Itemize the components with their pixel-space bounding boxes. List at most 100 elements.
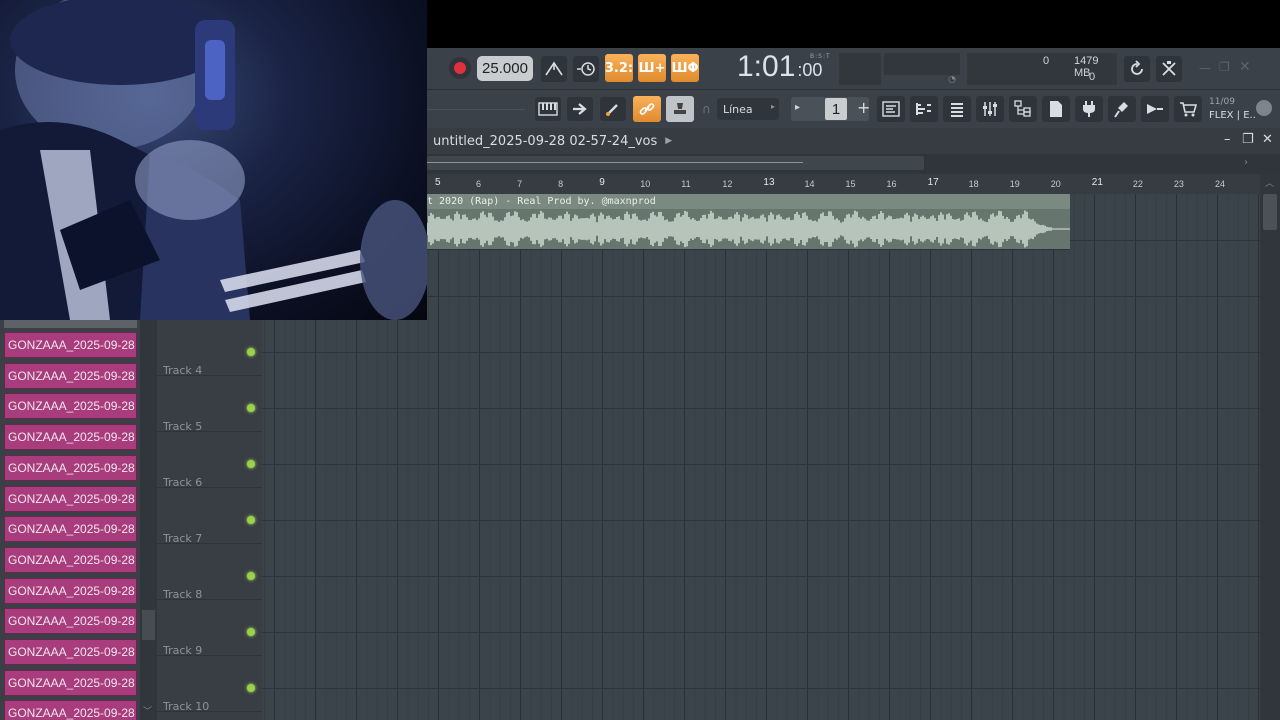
vertical-scrollbar[interactable]: ︿ <box>1260 174 1280 720</box>
playlist-minimize-icon[interactable]: – <box>1224 132 1231 147</box>
transport-toolbar: 25.000 3.2: Ш+ ШΦ 1:01 :00 B:S:T ◔ 0 147… <box>427 48 1280 90</box>
ruler-tick: 22 <box>1132 179 1143 189</box>
clock-format-label: B:S:T <box>810 53 831 60</box>
draw-pencil-icon[interactable] <box>600 97 626 121</box>
polyphony-value: 0 <box>1089 71 1096 83</box>
ruler-tick: 12 <box>722 179 733 189</box>
record-button[interactable] <box>449 57 471 79</box>
track-mute-led[interactable] <box>247 404 255 412</box>
ruler-tick: 14 <box>804 179 815 189</box>
scroll-up-icon[interactable]: ︿ <box>1265 176 1274 189</box>
news-date: 11/09 <box>1209 97 1235 107</box>
channel-clip-button[interactable]: GONZAAA_2025-09-28 0.. <box>4 362 137 389</box>
channel-list-panel: GONZAAA_2025-09-28 0.. GONZAAA_2025-09-28… <box>0 320 157 720</box>
piano-roll-view-icon[interactable] <box>910 96 938 122</box>
timeline-ruler[interactable]: 5 6 7 8 9 10 11 12 13 14 15 16 17 18 19 20 21 22 23 24 <box>427 174 1260 194</box>
track-header[interactable]: Track 10 <box>157 656 262 713</box>
channel-scrollbar[interactable]: ﹀ <box>140 320 157 720</box>
channel-clip-button[interactable]: GONZAAA_2025-09-28 0.. <box>4 454 137 481</box>
track-mute-led[interactable] <box>247 628 255 636</box>
track-header[interactable]: Track 8 <box>157 544 262 601</box>
tools-icon[interactable] <box>1156 56 1182 82</box>
clock-ticks: :00 <box>797 60 823 80</box>
track-mute-led[interactable] <box>247 460 255 468</box>
maximize-icon[interactable]: ❐ <box>1219 60 1230 74</box>
file-icon[interactable] <box>1042 96 1070 122</box>
refresh-icon[interactable] <box>1124 56 1150 82</box>
channel-clip-button[interactable]: GONZAAA_2025-09-28 0.. <box>4 577 137 604</box>
playlist-icon[interactable] <box>877 96 905 122</box>
add-pattern-icon[interactable]: + <box>857 98 870 117</box>
channel-clip-button[interactable]: GONZAAA_2025-09-28 0.. <box>4 546 137 573</box>
loop-record-button[interactable]: ШΦ <box>671 54 699 82</box>
channel-rack-icon[interactable] <box>943 96 971 122</box>
scroll-right-icon[interactable]: › <box>1244 157 1248 168</box>
snap-label: Línea <box>723 102 753 116</box>
playlist-close-icon[interactable]: ✕ <box>1262 132 1273 147</box>
ruler-tick: 11 <box>681 179 691 189</box>
track-header[interactable]: Track 5 <box>157 376 262 433</box>
channel-scroll-thumb[interactable] <box>142 610 155 640</box>
mixer-icon[interactable] <box>976 96 1004 122</box>
audio-clip-label: t 2020 (Rap) - Real Prod by. @maxnprod <box>427 194 1070 209</box>
blend-label: Ш+ <box>638 60 666 76</box>
track-mute-led[interactable] <box>247 684 255 692</box>
track-mute-led[interactable] <box>247 516 255 524</box>
channel-clip-button[interactable]: GONZAAA_2025-09-28 0.. <box>4 669 137 696</box>
microphone-icon[interactable] <box>1108 96 1136 122</box>
playlist-maximize-icon[interactable]: ❐ <box>1242 132 1254 147</box>
track-header[interactable]: Track 4 <box>157 320 262 377</box>
track-mute-led[interactable] <box>247 348 255 356</box>
horizontal-scrollbar[interactable]: › <box>427 154 1280 174</box>
countdown-label: 3.2: <box>604 60 634 76</box>
close-app-icon[interactable]: ✕ <box>1239 59 1251 75</box>
snap-selector[interactable]: Línea ▸ <box>717 98 779 120</box>
magnet-icon[interactable]: ∩ <box>702 102 711 116</box>
ruler-tick: 17 <box>927 177 939 188</box>
pattern-prev-icon[interactable]: ▸ <box>795 102 800 113</box>
channel-clip-button[interactable]: GONZAAA_2025-09-28 0.. <box>4 700 137 720</box>
track-mute-led[interactable] <box>247 572 255 580</box>
piano-roll-icon[interactable] <box>535 97 561 121</box>
audio-clip[interactable]: t 2020 (Rap) - Real Prod by. @maxnprod <box>427 194 1070 250</box>
browser-tree-icon[interactable] <box>1009 96 1037 122</box>
ruler-tick: 23 <box>1173 179 1184 189</box>
wait-for-input-icon[interactable] <box>573 56 599 82</box>
news-panel[interactable]: 11/09 FLEX | E.. <box>1209 96 1256 122</box>
toolbar-left-spacer <box>427 90 527 128</box>
oscilloscope-panel <box>884 53 960 75</box>
countdown-button[interactable]: 3.2: <box>605 54 633 82</box>
playlist-title: untitled_2025-09-28 02-57-24_vos <box>433 133 658 149</box>
playlist-title-bar: untitled_2025-09-28 02-57-24_vos ▶ – ❐ ✕ <box>427 128 1280 154</box>
tempo-display[interactable]: 25.000 <box>477 56 533 81</box>
blend-recording-button[interactable]: Ш+ <box>638 54 666 82</box>
channel-clip-button[interactable]: GONZAAA_2025-09-28 0.. <box>4 516 137 543</box>
horizontal-scroll-thumb[interactable] <box>427 156 924 170</box>
stamp-icon[interactable] <box>666 96 694 122</box>
export-arrow-icon[interactable] <box>1141 96 1169 122</box>
vertical-scroll-thumb[interactable] <box>1263 194 1277 230</box>
globe-icon[interactable] <box>1256 100 1272 116</box>
channel-clip-button[interactable]: GONZAAA_2025-09-28 0.. <box>4 393 137 420</box>
arrow-right-icon[interactable] <box>567 97 593 121</box>
track-header[interactable]: Track 7 <box>157 488 262 545</box>
shop-cart-icon[interactable] <box>1174 96 1202 122</box>
link-icon[interactable] <box>633 96 661 122</box>
plugin-plug-icon[interactable] <box>1075 96 1103 122</box>
toolbar-divider <box>427 109 525 110</box>
channel-clip-button[interactable]: GONZAAA_2025-09-28 0.. <box>4 485 137 512</box>
metronome-icon[interactable] <box>541 56 567 82</box>
channel-clip-button[interactable]: GONZAAA_2025-09-28 0.. <box>4 424 137 451</box>
webcam-overlay <box>0 0 427 320</box>
channel-clip-button[interactable]: GONZAAA_2025-09-28 0.. <box>4 639 137 665</box>
ruler-tick: 9 <box>599 177 605 188</box>
scope-toggle-icon[interactable]: ◔ <box>945 75 959 85</box>
channel-clip-button[interactable]: GONZAAA_2025-09-28 0.. <box>4 332 137 358</box>
title-arrow-icon[interactable]: ▶ <box>665 136 672 146</box>
ruler-tick: 8 <box>558 179 564 189</box>
track-header[interactable]: Track 6 <box>157 432 262 489</box>
channel-clip-button[interactable]: GONZAAA_2025-09-28 0.. <box>4 608 137 635</box>
track-header[interactable]: Track 9 <box>157 600 262 657</box>
scroll-down-icon[interactable]: ﹀ <box>143 704 152 717</box>
minimize-icon[interactable]: — <box>1199 61 1211 75</box>
